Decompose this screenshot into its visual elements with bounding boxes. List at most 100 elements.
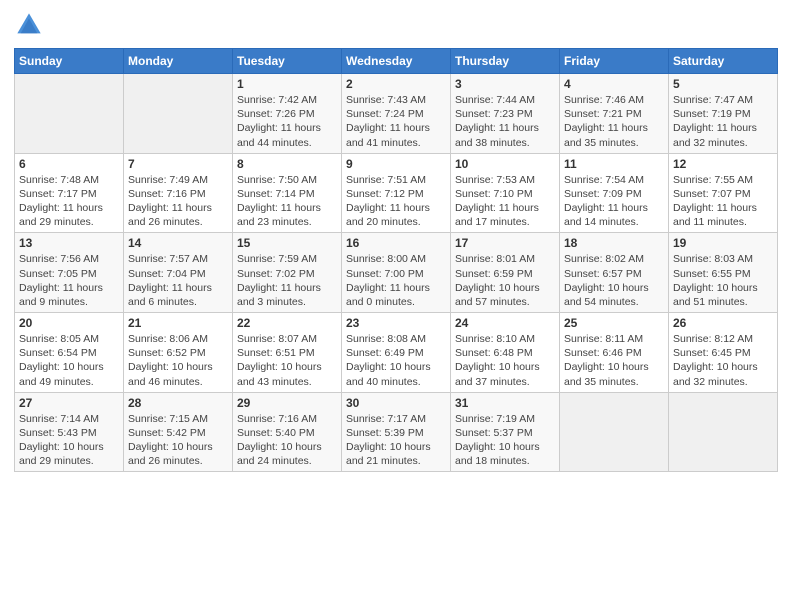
table-cell: [669, 392, 778, 472]
day-number: 12: [673, 157, 773, 171]
day-number: 5: [673, 77, 773, 91]
day-info: Sunrise: 7:50 AMSunset: 7:14 PMDaylight:…: [237, 173, 337, 230]
day-number: 25: [564, 316, 664, 330]
day-number: 4: [564, 77, 664, 91]
day-info: Sunrise: 7:47 AMSunset: 7:19 PMDaylight:…: [673, 93, 773, 150]
calendar-header: Sunday Monday Tuesday Wednesday Thursday…: [15, 49, 778, 74]
logo: [14, 10, 48, 40]
header-row: Sunday Monday Tuesday Wednesday Thursday…: [15, 49, 778, 74]
table-cell: 25 Sunrise: 8:11 AMSunset: 6:46 PMDayligh…: [560, 313, 669, 393]
day-info: Sunrise: 7:15 AMSunset: 5:42 PMDaylight:…: [128, 412, 228, 469]
table-cell: 24 Sunrise: 8:10 AMSunset: 6:48 PMDayligh…: [451, 313, 560, 393]
day-info: Sunrise: 8:02 AMSunset: 6:57 PMDaylight:…: [564, 252, 664, 309]
day-info: Sunrise: 8:07 AMSunset: 6:51 PMDaylight:…: [237, 332, 337, 389]
table-cell: [15, 74, 124, 154]
day-number: 26: [673, 316, 773, 330]
table-cell: [560, 392, 669, 472]
table-cell: 9 Sunrise: 7:51 AMSunset: 7:12 PMDaylight…: [342, 153, 451, 233]
col-tuesday: Tuesday: [233, 49, 342, 74]
col-friday: Friday: [560, 49, 669, 74]
day-number: 8: [237, 157, 337, 171]
table-cell: 28Sunrise: 7:15 AMSunset: 5:42 PMDayligh…: [124, 392, 233, 472]
table-cell: 2 Sunrise: 7:43 AMSunset: 7:24 PMDaylight…: [342, 74, 451, 154]
day-info: Sunrise: 8:12 AMSunset: 6:45 PMDaylight:…: [673, 332, 773, 389]
day-info: Sunrise: 7:57 AMSunset: 7:04 PMDaylight:…: [128, 252, 228, 309]
day-info: Sunrise: 7:53 AMSunset: 7:10 PMDaylight:…: [455, 173, 555, 230]
day-number: 23: [346, 316, 446, 330]
table-cell: 6Sunrise: 7:48 AMSunset: 7:17 PMDaylight…: [15, 153, 124, 233]
day-number: 6: [19, 157, 119, 171]
day-info: Sunrise: 8:11 AMSunset: 6:46 PMDaylight:…: [564, 332, 664, 389]
day-number: 19: [673, 236, 773, 250]
day-info: Sunrise: 8:05 AMSunset: 6:54 PMDaylight:…: [19, 332, 119, 389]
col-sunday: Sunday: [15, 49, 124, 74]
day-info: Sunrise: 7:16 AMSunset: 5:40 PMDaylight:…: [237, 412, 337, 469]
day-info: Sunrise: 7:43 AMSunset: 7:24 PMDaylight:…: [346, 93, 446, 150]
day-info: Sunrise: 7:44 AMSunset: 7:23 PMDaylight:…: [455, 93, 555, 150]
day-number: 11: [564, 157, 664, 171]
day-info: Sunrise: 8:01 AMSunset: 6:59 PMDaylight:…: [455, 252, 555, 309]
day-number: 2: [346, 77, 446, 91]
table-cell: 15 Sunrise: 7:59 AMSunset: 7:02 PMDayligh…: [233, 233, 342, 313]
table-cell: 10 Sunrise: 7:53 AMSunset: 7:10 PMDayligh…: [451, 153, 560, 233]
day-info: Sunrise: 7:54 AMSunset: 7:09 PMDaylight:…: [564, 173, 664, 230]
day-number: 21: [128, 316, 228, 330]
table-cell: 14 Sunrise: 7:57 AMSunset: 7:04 PMDayligh…: [124, 233, 233, 313]
table-cell: 12 Sunrise: 7:55 AMSunset: 7:07 PMDayligh…: [669, 153, 778, 233]
day-info: Sunrise: 7:59 AMSunset: 7:02 PMDaylight:…: [237, 252, 337, 309]
table-cell: 19 Sunrise: 8:03 AMSunset: 6:55 PMDayligh…: [669, 233, 778, 313]
table-cell: 13 Sunrise: 7:56 AMSunset: 7:05 PMDayligh…: [15, 233, 124, 313]
day-info: Sunrise: 8:03 AMSunset: 6:55 PMDaylight:…: [673, 252, 773, 309]
day-info: Sunrise: 7:51 AMSunset: 7:12 PMDaylight:…: [346, 173, 446, 230]
col-saturday: Saturday: [669, 49, 778, 74]
table-cell: 30 Sunrise: 7:17 AMSunset: 5:39 PMDayligh…: [342, 392, 451, 472]
day-info: Sunrise: 7:14 AMSunset: 5:43 PMDaylight:…: [19, 412, 119, 469]
day-number: 9: [346, 157, 446, 171]
calendar-body: 1Sunrise: 7:42 AMSunset: 7:26 PMDaylight…: [15, 74, 778, 472]
day-number: 18: [564, 236, 664, 250]
table-cell: 3 Sunrise: 7:44 AMSunset: 7:23 PMDaylight…: [451, 74, 560, 154]
day-info: Sunrise: 8:10 AMSunset: 6:48 PMDaylight:…: [455, 332, 555, 389]
header: [14, 10, 778, 40]
table-cell: 4 Sunrise: 7:46 AMSunset: 7:21 PMDaylight…: [560, 74, 669, 154]
day-number: 27: [19, 396, 119, 410]
col-monday: Monday: [124, 49, 233, 74]
day-info: Sunrise: 7:55 AMSunset: 7:07 PMDaylight:…: [673, 173, 773, 230]
day-number: 29: [237, 396, 337, 410]
day-info: Sunrise: 8:08 AMSunset: 6:49 PMDaylight:…: [346, 332, 446, 389]
day-info: Sunrise: 7:49 AMSunset: 7:16 PMDaylight:…: [128, 173, 228, 230]
day-number: 24: [455, 316, 555, 330]
day-number: 10: [455, 157, 555, 171]
table-cell: 21 Sunrise: 8:06 AMSunset: 6:52 PMDayligh…: [124, 313, 233, 393]
day-number: 31: [455, 396, 555, 410]
logo-icon: [14, 10, 44, 40]
table-cell: 31 Sunrise: 7:19 AMSunset: 5:37 PMDayligh…: [451, 392, 560, 472]
day-info: Sunrise: 8:00 AMSunset: 7:00 PMDaylight:…: [346, 252, 446, 309]
main-container: Sunday Monday Tuesday Wednesday Thursday…: [0, 0, 792, 482]
table-cell: 11 Sunrise: 7:54 AMSunset: 7:09 PMDayligh…: [560, 153, 669, 233]
table-cell: 7 Sunrise: 7:49 AMSunset: 7:16 PMDaylight…: [124, 153, 233, 233]
day-number: 22: [237, 316, 337, 330]
table-cell: 26 Sunrise: 8:12 AMSunset: 6:45 PMDayligh…: [669, 313, 778, 393]
day-info: Sunrise: 7:19 AMSunset: 5:37 PMDaylight:…: [455, 412, 555, 469]
table-cell: 8 Sunrise: 7:50 AMSunset: 7:14 PMDaylight…: [233, 153, 342, 233]
day-number: 14: [128, 236, 228, 250]
day-number: 30: [346, 396, 446, 410]
day-info: Sunrise: 7:46 AMSunset: 7:21 PMDaylight:…: [564, 93, 664, 150]
col-thursday: Thursday: [451, 49, 560, 74]
day-number: 13: [19, 236, 119, 250]
table-cell: 29 Sunrise: 7:16 AMSunset: 5:40 PMDayligh…: [233, 392, 342, 472]
table-cell: 22 Sunrise: 8:07 AMSunset: 6:51 PMDayligh…: [233, 313, 342, 393]
table-cell: 17Sunrise: 8:01 AMSunset: 6:59 PMDayligh…: [451, 233, 560, 313]
table-cell: 23 Sunrise: 8:08 AMSunset: 6:49 PMDayligh…: [342, 313, 451, 393]
col-wednesday: Wednesday: [342, 49, 451, 74]
day-number: 3: [455, 77, 555, 91]
day-info: Sunrise: 8:06 AMSunset: 6:52 PMDaylight:…: [128, 332, 228, 389]
table-cell: [124, 74, 233, 154]
day-number: 7: [128, 157, 228, 171]
day-info: Sunrise: 7:17 AMSunset: 5:39 PMDaylight:…: [346, 412, 446, 469]
day-info: Sunrise: 7:56 AMSunset: 7:05 PMDaylight:…: [19, 252, 119, 309]
day-number: 15: [237, 236, 337, 250]
calendar-table: Sunday Monday Tuesday Wednesday Thursday…: [14, 48, 778, 472]
table-cell: 20Sunrise: 8:05 AMSunset: 6:54 PMDayligh…: [15, 313, 124, 393]
